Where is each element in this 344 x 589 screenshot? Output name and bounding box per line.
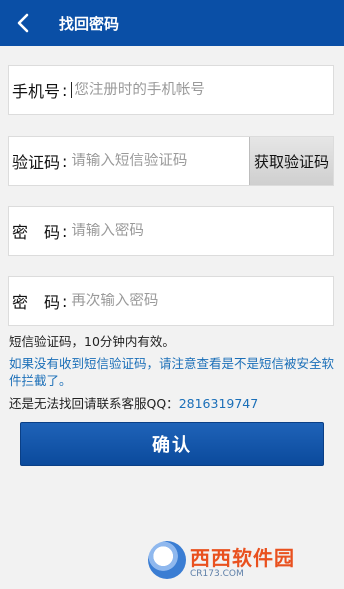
password-label: 密 码 [12,223,61,242]
password-colon: : [62,221,68,241]
phone-colon: : [62,80,68,100]
watermark-main: 西西软件园 [190,545,295,570]
confirm-password-input[interactable] [71,293,333,309]
contact-note: 还是无法找回请联系客服QQ：2816319747 [9,395,258,412]
confirm-button[interactable]: 确认 [20,422,324,466]
page-title: 找回密码 [59,14,120,33]
contact-qq-number[interactable]: 2816319747 [179,396,259,411]
phone-label: 手机号 [12,82,61,101]
not-received-note: 如果没有收到短信验证码，请注意查看是不是短信被安全软件拦截了。 [9,356,335,388]
get-code-button[interactable]: 获取验证码 [249,137,333,185]
password-input[interactable] [71,223,333,239]
phone-field: 手机号 : [8,65,334,115]
password-field: 密 码 : [8,206,334,256]
watermark: 西西软件园 CR173.COM [148,540,326,580]
back-button[interactable] [0,0,46,46]
code-validity-note: 短信验证码，10分钟内有效。 [9,334,175,349]
confirm-password-colon: : [62,291,68,311]
code-colon: : [62,151,68,171]
confirm-password-label: 密 码 [12,293,61,312]
app-header: 找回密码 [0,0,344,46]
code-input[interactable] [71,153,247,169]
code-field: 验证码 : 获取验证码 [8,136,334,186]
phone-input[interactable] [71,82,333,98]
watermark-logo-icon [148,541,186,579]
contact-prefix: 还是无法找回请联系客服QQ： [9,396,179,411]
confirm-password-field: 密 码 : [8,276,334,326]
chevron-left-icon [17,13,29,33]
watermark-text: 西西软件园 CR173.COM [190,542,295,579]
watermark-sub: CR173.COM [190,568,244,579]
code-label: 验证码 [12,153,61,172]
